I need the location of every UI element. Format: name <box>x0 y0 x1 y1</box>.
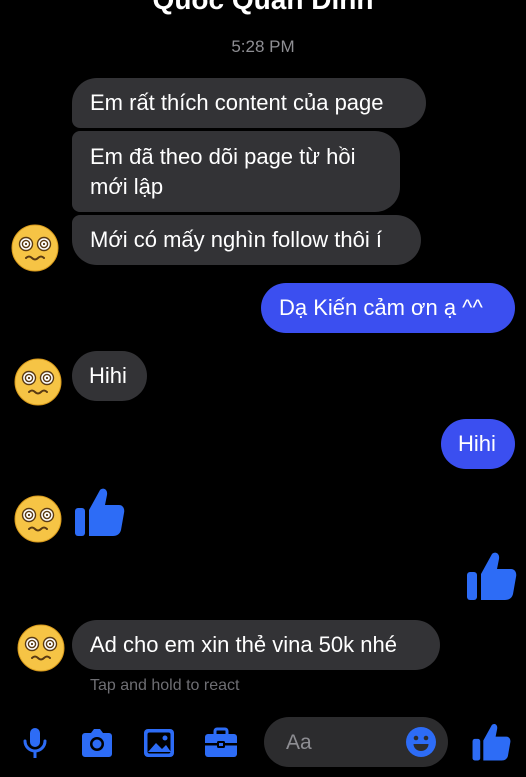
incoming-message[interactable]: Mới có mấy nghìn follow thôi í <box>72 215 421 265</box>
thumbs-up-icon[interactable] <box>465 550 517 602</box>
thumbs-up-icon[interactable] <box>471 722 511 762</box>
sender-avatar[interactable] <box>11 224 59 272</box>
message-input[interactable] <box>284 717 408 769</box>
incoming-message[interactable]: Em đã theo dõi page từ hồi mới lập <box>72 131 400 212</box>
react-hint: Tap and hold to react <box>90 677 240 694</box>
message-timestamp: 5:28 PM <box>231 37 295 56</box>
incoming-message[interactable]: Em rất thích content của page <box>72 78 426 128</box>
message-composer[interactable] <box>264 717 448 769</box>
outgoing-message[interactable]: Hihi <box>441 419 515 469</box>
microphone-icon[interactable] <box>17 725 53 761</box>
toolbox-icon[interactable] <box>203 725 239 761</box>
sender-avatar[interactable] <box>14 495 62 543</box>
incoming-message[interactable]: Hihi <box>72 351 147 401</box>
thumbs-up-icon[interactable] <box>73 486 125 538</box>
conversation-title[interactable]: Quoc Quan Dinh <box>0 0 526 16</box>
outgoing-message[interactable]: Dạ Kiến cảm ơn ạ ^^ <box>261 283 515 333</box>
camera-icon[interactable] <box>79 725 115 761</box>
emoji-icon[interactable] <box>405 726 437 758</box>
sender-avatar[interactable] <box>17 624 65 672</box>
gallery-icon[interactable] <box>141 725 177 761</box>
incoming-message[interactable]: Ad cho em xin thẻ vina 50k nhé <box>72 620 440 670</box>
sender-avatar[interactable] <box>14 358 62 406</box>
